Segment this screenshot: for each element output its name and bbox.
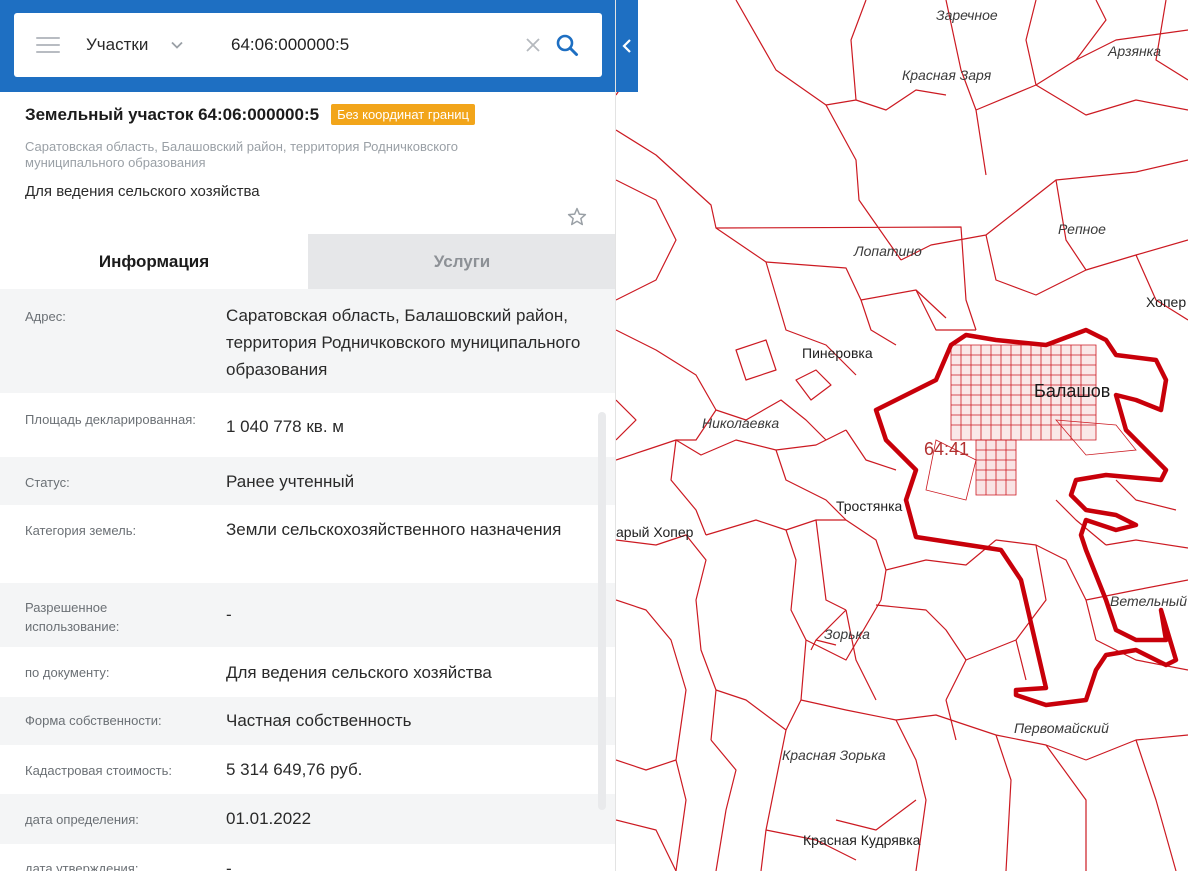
parcel-card: Земельный участок 64:06:000000:5 Без коо… bbox=[0, 92, 615, 234]
info-key: дата утверждения: bbox=[25, 861, 139, 871]
info-row-category: Категория земель: Земли сельскохозяйстве… bbox=[0, 505, 615, 583]
info-panel: Участки Земельный участок 64:06:000000:5 bbox=[0, 0, 616, 871]
parcel-purpose: Для ведения сельского хозяйства bbox=[25, 183, 260, 200]
tab-services[interactable]: Услуги bbox=[308, 234, 615, 289]
search-header: Участки bbox=[0, 0, 615, 92]
place-label: Ветельный bbox=[1110, 593, 1187, 609]
info-value: Саратовская область, Балашовский район, … bbox=[226, 306, 581, 379]
parcel-address: Саратовская область, Балашовский район, … bbox=[25, 139, 458, 170]
info-row-by-document: по документу: Для ведения сельского хозя… bbox=[0, 647, 615, 697]
place-label: Пинеровка bbox=[802, 345, 873, 361]
info-key: Адрес: bbox=[25, 309, 66, 324]
cadastral-map[interactable]: Заречное Арзянка Красная Заря Репное Лоп… bbox=[616, 0, 1188, 871]
info-value: - bbox=[226, 605, 232, 624]
info-value: Для ведения сельского хозяйства bbox=[226, 663, 492, 682]
info-row-permitted-use: Разрешенное использование: - bbox=[0, 583, 615, 647]
search-type-label: Участки bbox=[86, 35, 149, 54]
menu-icon[interactable] bbox=[36, 37, 60, 53]
clear-icon[interactable] bbox=[524, 36, 542, 54]
info-row-cadastral-value: Кадастровая стоимость: 5 314 649,76 руб. bbox=[0, 745, 615, 794]
info-value: Частная собственность bbox=[226, 711, 412, 730]
panel-scrollbar[interactable] bbox=[598, 412, 606, 810]
place-label: Красная Зорька bbox=[782, 747, 886, 763]
place-label: Лопатино bbox=[853, 243, 922, 259]
search-input[interactable] bbox=[231, 31, 511, 59]
info-value: 1 040 778 кв. м bbox=[226, 417, 344, 436]
map-canvas[interactable]: Заречное Арзянка Красная Заря Репное Лоп… bbox=[616, 0, 1188, 871]
info-table: Адрес: Саратовская область, Балашовский … bbox=[0, 289, 615, 871]
info-value: Ранее учтенный bbox=[226, 472, 355, 491]
place-label: Тростянка bbox=[836, 498, 902, 514]
info-row-ownership: Форма собственности: Частная собственнос… bbox=[0, 697, 615, 745]
collapse-panel-button[interactable] bbox=[616, 0, 638, 92]
place-label: Хопер bbox=[1146, 294, 1186, 310]
chevron-left-icon bbox=[622, 39, 631, 53]
info-key: дата определения: bbox=[25, 812, 139, 827]
place-label: Репное bbox=[1058, 221, 1106, 237]
favorite-star-icon[interactable] bbox=[566, 206, 588, 228]
place-label: Арзянка bbox=[1107, 43, 1161, 59]
parcel-boundaries bbox=[616, 0, 1188, 871]
info-value: 5 314 649,76 руб. bbox=[226, 760, 363, 779]
chevron-down-icon bbox=[171, 41, 183, 49]
info-key: по документу: bbox=[25, 665, 110, 680]
info-row-address: Адрес: Саратовская область, Балашовский … bbox=[0, 289, 615, 393]
place-label: Заречное bbox=[936, 7, 998, 23]
info-key: Статус: bbox=[25, 475, 70, 490]
search-type-select[interactable]: Участки bbox=[86, 31, 184, 59]
place-label: Первомайский bbox=[1014, 720, 1109, 736]
info-value: Земли сельскохозяйственного назначения bbox=[226, 520, 562, 539]
status-badge: Без координат границ bbox=[331, 104, 475, 125]
place-label: Красная Кудрявка bbox=[803, 832, 921, 848]
info-value: 01.01.2022 bbox=[226, 809, 312, 828]
info-key: Категория земель: bbox=[25, 523, 137, 538]
parcel-title: Земельный участок 64:06:000000:5 bbox=[25, 104, 320, 124]
district-code-label: 64:41 bbox=[924, 439, 969, 459]
tabs: Информация Услуги bbox=[0, 234, 615, 289]
info-value: - bbox=[226, 859, 232, 871]
info-row-determination-date: дата определения: 01.01.2022 bbox=[0, 794, 615, 844]
place-labels: Заречное Арзянка Красная Заря Репное Лоп… bbox=[616, 7, 1187, 848]
search-icon[interactable] bbox=[555, 33, 579, 57]
info-key: Форма собственности: bbox=[25, 713, 162, 728]
search-box: Участки bbox=[14, 13, 602, 77]
info-row-area: Площадь декларированная: 1 040 778 кв. м bbox=[0, 393, 615, 457]
place-label: Красная Заря bbox=[902, 67, 992, 83]
info-key: Кадастровая стоимость: bbox=[25, 763, 172, 778]
info-key: Площадь декларированная: bbox=[25, 412, 196, 427]
place-label: арый Хопер bbox=[616, 524, 694, 540]
info-row-approval-date: дата утверждения: - bbox=[0, 844, 615, 871]
info-key: Разрешенное использование: bbox=[25, 600, 120, 634]
app-root: Участки Земельный участок 64:06:000000:5 bbox=[0, 0, 1188, 871]
city-label-balashov: Балашов bbox=[1034, 381, 1110, 401]
place-label: Зорька bbox=[824, 626, 870, 642]
tab-info[interactable]: Информация bbox=[0, 234, 308, 289]
parcel-title-row: Земельный участок 64:06:000000:5 Без коо… bbox=[25, 104, 475, 125]
info-row-status: Статус: Ранее учтенный bbox=[0, 457, 615, 505]
place-label: Николаевка bbox=[702, 415, 779, 431]
